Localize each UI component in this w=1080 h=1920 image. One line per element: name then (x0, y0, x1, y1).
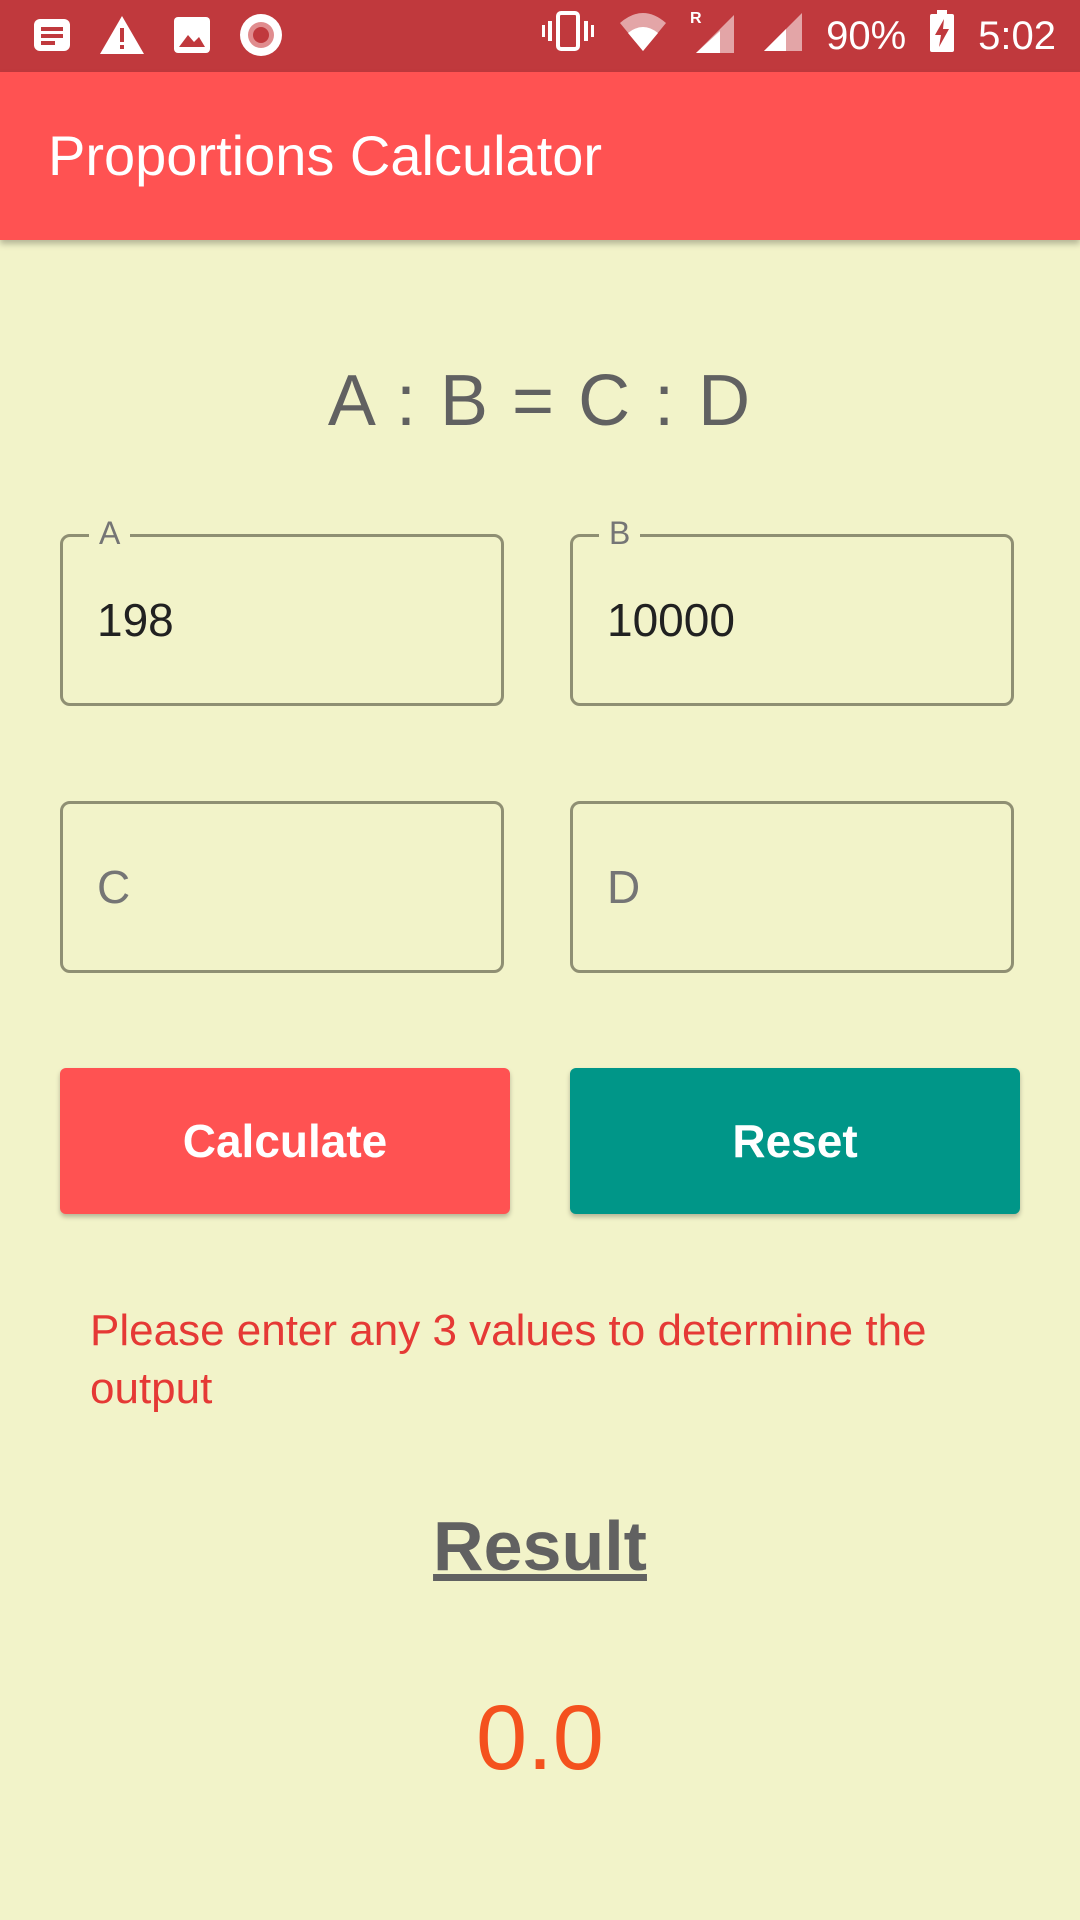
formula-heading: A : B = C : D (327, 361, 753, 441)
battery-charging-icon (928, 9, 956, 63)
result-value: 0.0 (476, 1687, 604, 1789)
field-b-value: 10000 (607, 594, 735, 646)
field-c[interactable]: C (60, 801, 504, 973)
validation-message: Please enter any 3 values to determine t… (90, 1306, 927, 1413)
field-b[interactable]: B 10000 (570, 515, 1014, 706)
clock: 5:02 (978, 13, 1056, 58)
status-bar: R 90% 5:02 (0, 0, 1080, 72)
field-c-placeholder: C (97, 861, 131, 913)
field-a[interactable]: A 198 (60, 515, 504, 706)
field-d-placeholder: D (607, 861, 641, 913)
field-a-label: A (89, 515, 131, 552)
app-title: Proportions Calculator (48, 124, 603, 187)
image-icon (170, 13, 214, 62)
warning-icon (98, 13, 146, 62)
wifi-icon (618, 9, 668, 63)
result-title: Result (433, 1507, 647, 1585)
signal-icon (760, 9, 804, 63)
notification-icon (30, 13, 74, 62)
calculate-button[interactable]: Calculate (60, 1068, 510, 1214)
record-icon (238, 12, 284, 63)
svg-text:R: R (690, 10, 702, 27)
field-d[interactable]: D (570, 801, 1014, 973)
vibrate-icon (540, 9, 596, 63)
reset-button[interactable]: Reset (570, 1068, 1020, 1214)
signal-roaming-icon: R (690, 7, 738, 65)
app-bar: Proportions Calculator (0, 72, 1080, 240)
field-b-label: B (599, 515, 641, 552)
battery-text: 90% (826, 13, 907, 58)
field-a-value: 198 (97, 594, 174, 646)
